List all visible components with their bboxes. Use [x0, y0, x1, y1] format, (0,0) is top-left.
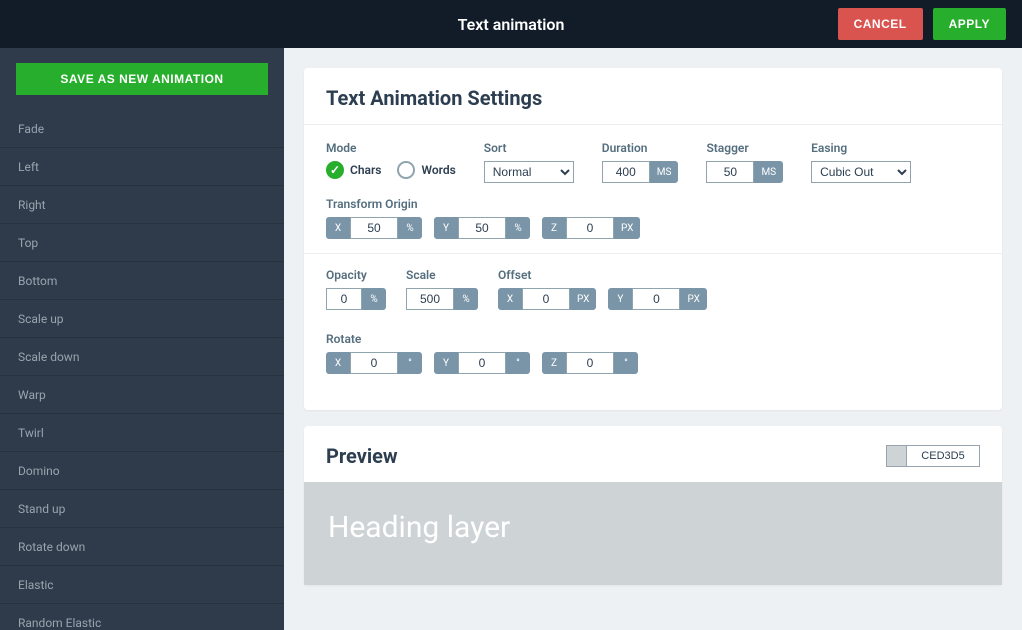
sidebar-item-scale-up[interactable]: Scale up: [0, 300, 284, 338]
sidebar-item-stand-up[interactable]: Stand up: [0, 490, 284, 528]
sidebar-item-fade[interactable]: Fade: [0, 110, 284, 148]
duration-unit: MS: [650, 161, 679, 183]
animation-preset-list: Fade Left Right Top Bottom Scale up Scal…: [0, 110, 284, 630]
preview-color-input[interactable]: [907, 446, 979, 466]
rotate-y-input[interactable]: [458, 352, 506, 374]
main-area: SAVE AS NEW ANIMATION Fade Left Right To…: [0, 48, 1022, 630]
content-area: Text Animation Settings Mode ✓ Chars: [284, 48, 1022, 630]
mode-label: Mode: [326, 141, 456, 155]
rotate-y-label: Y: [434, 352, 458, 374]
offset-x-label: X: [498, 288, 522, 310]
sidebar-item-random-elastic[interactable]: Random Elastic: [0, 604, 284, 630]
rotate-x-unit: °: [398, 352, 422, 374]
divider: [304, 253, 1002, 254]
opacity-field: Opacity %: [326, 268, 386, 310]
origin-x-input[interactable]: [350, 217, 398, 239]
preview-title: Preview: [326, 444, 398, 468]
origin-z-input[interactable]: [566, 217, 614, 239]
origin-z-unit: PX: [614, 217, 640, 239]
sidebar-item-twirl[interactable]: Twirl: [0, 414, 284, 452]
origin-x-label: X: [326, 217, 350, 239]
stagger-unit: MS: [754, 161, 783, 183]
top-bar: Text animation CANCEL APPLY: [0, 0, 1022, 48]
rotate-y-unit: °: [506, 352, 530, 374]
sidebar-item-warp[interactable]: Warp: [0, 376, 284, 414]
origin-y-unit: %: [506, 217, 530, 239]
sort-field: Sort Normal: [484, 141, 574, 183]
scale-unit: %: [454, 288, 478, 310]
offset-x-unit: PX: [570, 288, 596, 310]
settings-title: Text Animation Settings: [304, 68, 1002, 125]
mode-chars-radio[interactable]: ✓ Chars: [326, 161, 381, 179]
offset-x-input[interactable]: [522, 288, 570, 310]
sidebar-item-elastic[interactable]: Elastic: [0, 566, 284, 604]
rotate-z-input[interactable]: [566, 352, 614, 374]
apply-button[interactable]: APPLY: [933, 8, 1006, 40]
stagger-field: Stagger MS: [706, 141, 783, 183]
sidebar-item-bottom[interactable]: Bottom: [0, 262, 284, 300]
settings-panel: Text Animation Settings Mode ✓ Chars: [304, 68, 1002, 410]
scale-input[interactable]: [406, 288, 454, 310]
circle-icon: [397, 161, 415, 179]
rotate-label: Rotate: [326, 332, 638, 346]
rotate-z-label: Z: [542, 352, 566, 374]
offset-field: Offset X PX Y PX: [498, 268, 707, 310]
origin-z-label: Z: [542, 217, 566, 239]
mode-chars-label: Chars: [350, 163, 381, 177]
duration-input[interactable]: [602, 161, 650, 183]
easing-label: Easing: [811, 141, 911, 155]
offset-label: Offset: [498, 268, 707, 282]
origin-y-input[interactable]: [458, 217, 506, 239]
color-swatch-icon: [887, 446, 907, 466]
sort-select[interactable]: Normal: [484, 161, 574, 183]
opacity-label: Opacity: [326, 268, 386, 282]
opacity-unit: %: [362, 288, 386, 310]
transform-origin-label: Transform Origin: [326, 197, 640, 211]
origin-y-label: Y: [434, 217, 458, 239]
sidebar-item-domino[interactable]: Domino: [0, 452, 284, 490]
duration-label: Duration: [602, 141, 679, 155]
easing-field: Easing Cubic Out: [811, 141, 911, 183]
sidebar-item-right[interactable]: Right: [0, 186, 284, 224]
stagger-label: Stagger: [706, 141, 783, 155]
preview-area: Heading layer: [304, 482, 1002, 585]
mode-field: Mode ✓ Chars Words: [326, 141, 456, 183]
top-actions: CANCEL APPLY: [838, 8, 1006, 40]
sort-label: Sort: [484, 141, 574, 155]
rotate-field: Rotate X ° Y °: [326, 332, 638, 374]
origin-x-unit: %: [398, 217, 422, 239]
opacity-input[interactable]: [326, 288, 362, 310]
mode-words-radio[interactable]: Words: [397, 161, 455, 179]
offset-y-unit: PX: [680, 288, 706, 310]
stagger-input[interactable]: [706, 161, 754, 183]
offset-y-label: Y: [608, 288, 632, 310]
rotate-z-unit: °: [614, 352, 638, 374]
duration-field: Duration MS: [602, 141, 679, 183]
easing-select[interactable]: Cubic Out: [811, 161, 911, 183]
scale-field: Scale %: [406, 268, 478, 310]
preview-text: Heading layer: [328, 510, 978, 545]
sidebar: SAVE AS NEW ANIMATION Fade Left Right To…: [0, 48, 284, 630]
mode-words-label: Words: [421, 163, 455, 177]
cancel-button[interactable]: CANCEL: [838, 8, 923, 40]
preview-color-picker[interactable]: [886, 445, 980, 467]
sidebar-item-rotate-down[interactable]: Rotate down: [0, 528, 284, 566]
save-as-new-animation-button[interactable]: SAVE AS NEW ANIMATION: [16, 63, 268, 95]
preview-panel: Preview Heading layer: [304, 426, 1002, 585]
sidebar-item-scale-down[interactable]: Scale down: [0, 338, 284, 376]
transform-origin-field: Transform Origin X % Y %: [326, 197, 640, 239]
check-circle-icon: ✓: [326, 161, 344, 179]
sidebar-item-top[interactable]: Top: [0, 224, 284, 262]
offset-y-input[interactable]: [632, 288, 680, 310]
rotate-x-label: X: [326, 352, 350, 374]
scale-label: Scale: [406, 268, 478, 282]
rotate-x-input[interactable]: [350, 352, 398, 374]
sidebar-item-left[interactable]: Left: [0, 148, 284, 186]
